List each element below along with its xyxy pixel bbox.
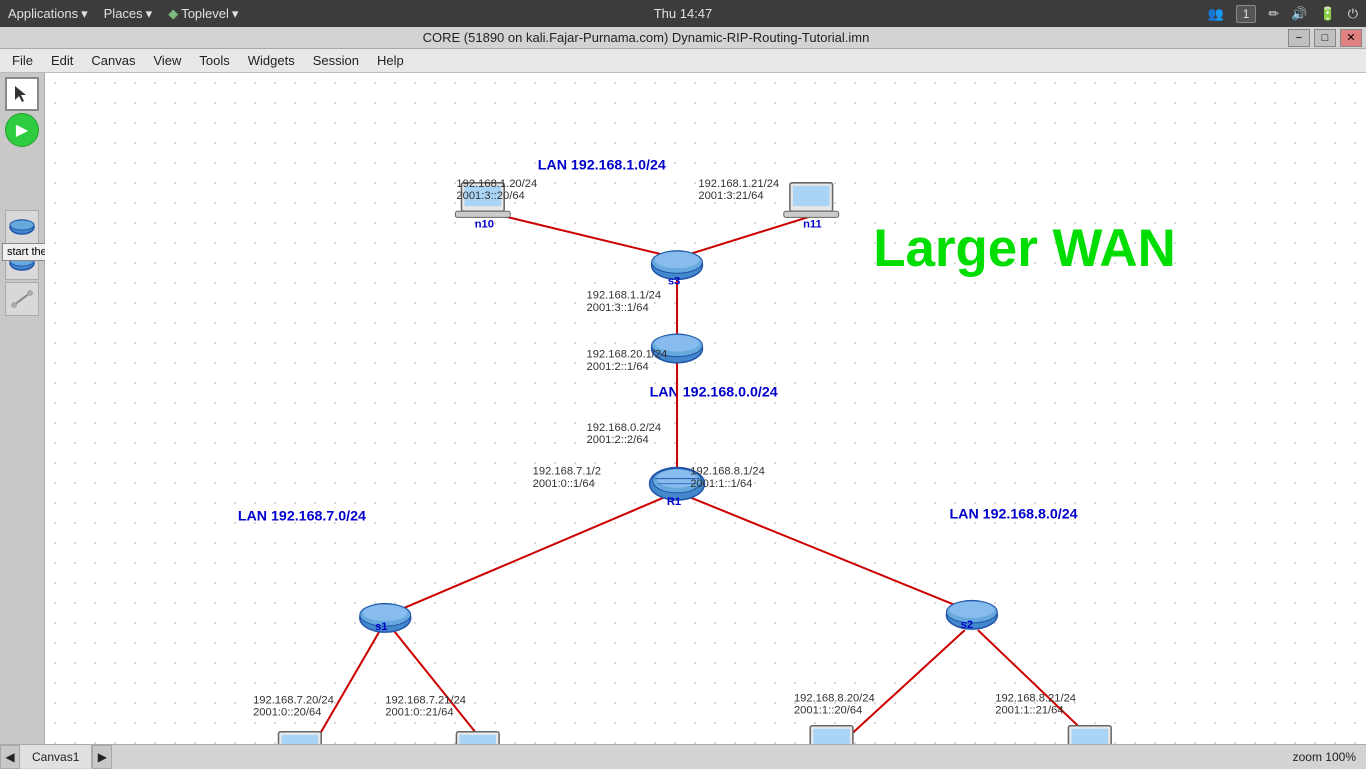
r1-left2: 2001:0::1/64 bbox=[533, 478, 595, 490]
status-bar: ◀ Canvas1 ▶ zoom 100% bbox=[0, 744, 1366, 768]
network-diagram: Larger WAN LAN 192.168.1.0/24 LAN 192.16… bbox=[45, 73, 1366, 744]
link-s1-n1 bbox=[314, 630, 380, 744]
mid-addr1: 192.168.20.1/24 bbox=[587, 349, 668, 361]
node-s3-label: s3 bbox=[668, 275, 680, 287]
s3-addr1: 192.168.1.1/24 bbox=[587, 290, 662, 302]
workspace-badge[interactable]: 1 bbox=[1236, 5, 1257, 23]
zoom-indicator: zoom 100% bbox=[1293, 750, 1366, 764]
main-area: ▶ start the session Larger bbox=[0, 73, 1366, 744]
mid-addr2: 2001:2::1/64 bbox=[587, 361, 649, 373]
lan8-label: LAN 192.168.8.0/24 bbox=[950, 506, 1078, 522]
node-n10-label: n10 bbox=[475, 219, 494, 231]
maximize-button[interactable]: □ bbox=[1314, 29, 1336, 47]
scroll-left-button[interactable]: ◀ bbox=[0, 745, 20, 769]
toplevel-icon: ◆ bbox=[168, 6, 178, 22]
wan-title: Larger WAN bbox=[873, 219, 1176, 278]
places-menu[interactable]: Places ▾ bbox=[104, 6, 153, 22]
volume-icon: 🔊 bbox=[1291, 6, 1307, 22]
node-n5[interactable] bbox=[804, 726, 859, 744]
node-n11-label: n11 bbox=[803, 219, 822, 231]
link-n11-s3 bbox=[677, 213, 820, 258]
node-n2[interactable] bbox=[450, 732, 505, 744]
r1-right2: 2001:1::1/64 bbox=[690, 478, 752, 490]
link-n10-s3 bbox=[492, 213, 677, 258]
lan7-label: LAN 192.168.7.0/24 bbox=[238, 508, 366, 524]
menu-item-view[interactable]: View bbox=[145, 51, 189, 70]
title-bar: CORE (51890 on kali.Fajar-Purnama.com) D… bbox=[0, 27, 1366, 49]
mid-addr3: 192.168.0.2/24 bbox=[587, 422, 662, 434]
menu-item-tools[interactable]: Tools bbox=[191, 51, 237, 70]
minimize-button[interactable]: − bbox=[1288, 29, 1310, 47]
node-s1-label: s1 bbox=[375, 621, 387, 633]
lan1-label: LAN 192.168.1.0/24 bbox=[538, 158, 666, 174]
node-n1[interactable] bbox=[272, 732, 327, 744]
apps-chevron-icon: ▾ bbox=[81, 6, 88, 22]
applications-label: Applications bbox=[8, 6, 78, 21]
menu-item-session[interactable]: Session bbox=[305, 51, 367, 70]
network-tool-1[interactable] bbox=[5, 210, 39, 244]
scroll-right-button[interactable]: ▶ bbox=[92, 745, 112, 769]
link-tool[interactable] bbox=[5, 282, 39, 316]
node-r1-label: R1 bbox=[667, 496, 681, 508]
link-s2-n5 bbox=[843, 630, 965, 742]
places-label: Places bbox=[104, 6, 143, 21]
node-n6[interactable] bbox=[1062, 726, 1117, 744]
n11-addr2: 2001:3:21/64 bbox=[698, 190, 763, 202]
menu-bar: FileEditCanvasViewToolsWidgetsSessionHel… bbox=[0, 49, 1366, 73]
n5-addr1: 192.168.8.20/24 bbox=[794, 692, 875, 704]
node-n11[interactable] bbox=[784, 183, 839, 218]
window-title: CORE (51890 on kali.Fajar-Purnama.com) D… bbox=[4, 30, 1288, 45]
link-s1-n2 bbox=[393, 630, 485, 744]
lan0-label: LAN 192.168.0.0/24 bbox=[650, 384, 778, 400]
link-router-s1 bbox=[390, 495, 670, 614]
canvas-area: Larger WAN LAN 192.168.1.0/24 LAN 192.16… bbox=[45, 73, 1366, 744]
system-bar: Applications ▾ Places ▾ ◆ Toplevel ▾ Thu… bbox=[0, 0, 1366, 27]
r1-right1: 192.168.8.1/24 bbox=[690, 466, 765, 478]
r1-left1: 192.168.7.1/2 bbox=[533, 466, 601, 478]
places-chevron-icon: ▾ bbox=[146, 6, 153, 22]
n10-addr1: 192.168.1.20/24 bbox=[456, 178, 537, 190]
users-icon: 👥 bbox=[1208, 6, 1224, 22]
link-router-s2 bbox=[684, 495, 967, 610]
applications-menu[interactable]: Applications ▾ bbox=[8, 6, 88, 22]
canvas-tab[interactable]: Canvas1 bbox=[20, 745, 92, 768]
window-controls: − □ ✕ bbox=[1288, 29, 1362, 47]
n2-addr1: 192.168.7.21/24 bbox=[385, 694, 466, 706]
select-tool[interactable] bbox=[5, 77, 39, 111]
toplevel-label: Toplevel bbox=[181, 6, 229, 21]
system-bar-right: 👥 1 ✏ 🔊 🔋 ⏻ bbox=[1208, 5, 1358, 23]
menu-item-edit[interactable]: Edit bbox=[43, 51, 81, 70]
system-time: Thu 14:47 bbox=[654, 6, 713, 21]
mid-addr4: 2001:2::2/64 bbox=[587, 434, 649, 446]
n1-addr1: 192.168.7.20/24 bbox=[253, 694, 334, 706]
menu-item-canvas[interactable]: Canvas bbox=[83, 51, 143, 70]
toplevel-menu[interactable]: ◆ Toplevel ▾ bbox=[168, 6, 238, 22]
n6-addr2: 2001:1::21/64 bbox=[995, 705, 1063, 717]
n10-addr2: 2001:3::20/64 bbox=[456, 190, 524, 202]
menu-item-file[interactable]: File bbox=[4, 51, 41, 70]
node-s2-label: s2 bbox=[961, 619, 973, 631]
n6-addr1: 192.168.8.21/24 bbox=[995, 692, 1076, 704]
n1-addr2: 2001:0::20/64 bbox=[253, 707, 321, 719]
menu-item-widgets[interactable]: Widgets bbox=[240, 51, 303, 70]
n11-addr1: 192.168.1.21/24 bbox=[698, 178, 779, 190]
menu-item-help[interactable]: Help bbox=[369, 51, 412, 70]
system-bar-left: Applications ▾ Places ▾ ◆ Toplevel ▾ bbox=[8, 6, 238, 22]
play-button[interactable]: ▶ bbox=[5, 113, 39, 147]
pen-icon: ✏ bbox=[1268, 6, 1279, 22]
toplevel-chevron-icon: ▾ bbox=[232, 6, 239, 22]
s3-addr2: 2001:3::1/64 bbox=[587, 302, 649, 314]
n2-addr2: 2001:0::21/64 bbox=[385, 707, 453, 719]
close-button[interactable]: ✕ bbox=[1340, 29, 1362, 47]
left-toolbar: ▶ start the session bbox=[0, 73, 45, 744]
battery-icon: 🔋 bbox=[1320, 6, 1336, 22]
power-icon: ⏻ bbox=[1348, 6, 1358, 22]
n5-addr2: 2001:1::20/64 bbox=[794, 705, 862, 717]
